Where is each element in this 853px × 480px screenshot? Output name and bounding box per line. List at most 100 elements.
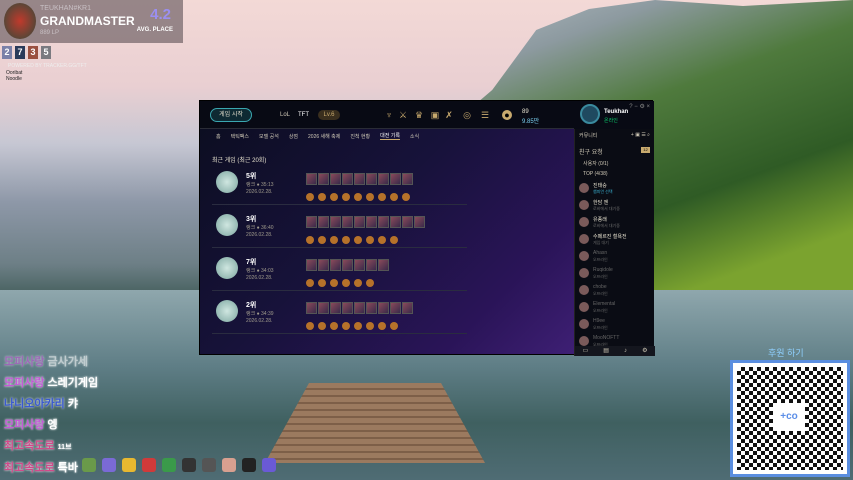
trait-icon[interactable]	[306, 193, 314, 201]
unit-portrait[interactable]	[378, 173, 389, 185]
unit-portrait[interactable]	[330, 173, 341, 185]
unit-portrait[interactable]	[342, 259, 353, 271]
unit-portrait[interactable]	[366, 259, 377, 271]
settings-icon[interactable]: ⚙	[642, 346, 647, 356]
trait-icon[interactable]	[390, 236, 398, 244]
trait-icon[interactable]	[402, 193, 410, 201]
trait-icon[interactable]	[378, 193, 386, 201]
unit-portrait[interactable]	[306, 216, 317, 228]
trait-icon[interactable]	[330, 236, 338, 244]
trait-icon[interactable]	[342, 279, 350, 287]
donation-qr-code[interactable]: +co	[730, 360, 850, 477]
unit-portrait[interactable]	[306, 302, 317, 314]
chest-icon[interactable]: ▣	[430, 110, 440, 120]
unit-portrait[interactable]	[378, 216, 389, 228]
discord-icon[interactable]	[262, 458, 276, 472]
friend-requests[interactable]: 친구 요청	[579, 147, 603, 156]
unit-portrait[interactable]	[390, 302, 401, 314]
friend-item[interactable]: Elemental 오프라인	[579, 300, 653, 318]
unit-portrait[interactable]	[342, 216, 353, 228]
match-row[interactable]: 2위 랭크 ● 34:39 2026.02.28.	[212, 292, 467, 334]
nav-home[interactable]: 홈	[216, 133, 221, 140]
nav-store[interactable]: 상점	[289, 133, 298, 140]
nav-mode[interactable]: 모델 공석	[259, 133, 279, 140]
copilot-icon[interactable]	[102, 458, 116, 472]
trait-icon[interactable]	[318, 193, 326, 201]
unit-portrait[interactable]	[366, 216, 377, 228]
collection-icon[interactable]: ◎	[462, 110, 472, 120]
nav-news[interactable]: 소식	[410, 133, 419, 140]
avatar[interactable]	[580, 104, 600, 124]
unit-portrait[interactable]	[402, 216, 413, 228]
trait-icon[interactable]	[378, 322, 386, 330]
unit-portrait[interactable]	[306, 259, 317, 271]
trait-icon[interactable]	[366, 322, 374, 330]
play-button[interactable]: 게임 시작	[210, 108, 252, 122]
unit-portrait[interactable]	[390, 173, 401, 185]
window-controls[interactable]: ? − ⚙ ×	[629, 103, 650, 110]
unit-portrait[interactable]	[330, 216, 341, 228]
obs-icon[interactable]	[242, 458, 256, 472]
trait-icon[interactable]	[366, 193, 374, 201]
vivaldi-icon[interactable]	[142, 458, 156, 472]
match-row[interactable]: 5위 랭크 ● 35:13 2026.02.28.	[212, 163, 467, 205]
chat-icon[interactable]: ▭	[583, 346, 589, 356]
widgets-icon[interactable]	[82, 458, 96, 472]
match-row[interactable]: 7위 랭크 ● 34:03 2026.02.28.	[212, 249, 467, 291]
unit-portrait[interactable]	[354, 216, 365, 228]
unit-portrait[interactable]	[318, 302, 329, 314]
unit-portrait[interactable]	[366, 302, 377, 314]
unit-portrait[interactable]	[342, 173, 353, 185]
unit-portrait[interactable]	[354, 259, 365, 271]
app-icon[interactable]	[182, 458, 196, 472]
crown-icon[interactable]: ♛	[414, 110, 424, 120]
unit-portrait[interactable]	[354, 302, 365, 314]
store-icon[interactable]: ●	[502, 110, 512, 120]
friend-item[interactable]: 수페르진 철욕전 게임 대기	[579, 232, 653, 250]
unit-portrait[interactable]	[414, 216, 425, 228]
match-row[interactable]: 3위 랭크 ● 36:40 2026.02.28.	[212, 206, 467, 248]
friend-item[interactable]: chobe 오프라인	[579, 283, 653, 301]
trait-icon[interactable]	[306, 322, 314, 330]
unit-portrait[interactable]	[342, 302, 353, 314]
league-icon[interactable]	[202, 458, 216, 472]
friend-group[interactable]: 사용자 (0/1)	[583, 160, 608, 167]
nav-match-history[interactable]: 대전 기록	[380, 132, 400, 140]
friend-item[interactable]: Ahasn 오프라인	[579, 249, 653, 267]
clipboard-icon[interactable]: ▤	[603, 346, 609, 356]
chrome-icon[interactable]	[162, 458, 176, 472]
friend-item[interactable]: H9ee 오프라인	[579, 317, 653, 335]
trait-icon[interactable]	[330, 279, 338, 287]
user-status[interactable]: 온라인	[604, 117, 618, 124]
unit-portrait[interactable]	[378, 302, 389, 314]
trait-icon[interactable]	[318, 322, 326, 330]
trait-icon[interactable]	[354, 279, 362, 287]
trait-icon[interactable]	[342, 193, 350, 201]
folder-icon[interactable]	[122, 458, 136, 472]
trait-icon[interactable]	[306, 279, 314, 287]
unit-portrait[interactable]	[402, 173, 413, 185]
mic-icon[interactable]: ♪	[624, 346, 627, 356]
nav-event[interactable]: 2026 새해 축제	[308, 133, 340, 140]
trait-icon[interactable]	[366, 279, 374, 287]
friend-item[interactable]: Ruqidole 오프라인	[579, 266, 653, 284]
nav-tactics[interactable]: 택틱팩스	[231, 133, 249, 140]
riot-icon[interactable]	[222, 458, 236, 472]
trait-icon[interactable]	[390, 322, 398, 330]
champions-icon[interactable]: ✗	[444, 110, 454, 120]
username[interactable]: Teukhan	[604, 109, 628, 115]
friend-item[interactable]: 유종래 로비에서 대기중	[579, 215, 653, 233]
trait-icon[interactable]	[390, 193, 398, 201]
unit-portrait[interactable]	[330, 259, 341, 271]
trait-icon[interactable]	[354, 322, 362, 330]
unit-portrait[interactable]	[318, 259, 329, 271]
unit-portrait[interactable]	[402, 302, 413, 314]
friend-item[interactable]: 진태승 챔피언 선택	[579, 181, 653, 199]
unit-portrait[interactable]	[390, 216, 401, 228]
unit-portrait[interactable]	[318, 216, 329, 228]
unit-portrait[interactable]	[330, 302, 341, 314]
trait-icon[interactable]	[378, 236, 386, 244]
unit-portrait[interactable]	[378, 259, 389, 271]
trait-icon[interactable]	[342, 236, 350, 244]
sidebar-tools-icon[interactable]: + ▣ ☰ ⌕	[631, 132, 650, 138]
